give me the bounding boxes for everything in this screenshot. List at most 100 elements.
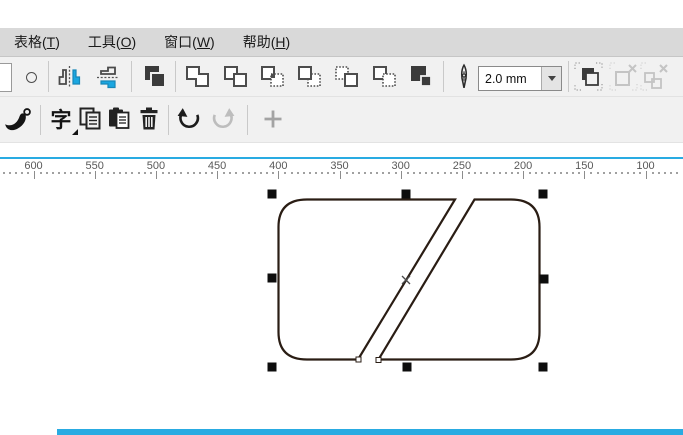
ruler-tick-major: [339, 171, 341, 179]
simplify-icon[interactable]: [295, 62, 324, 91]
ruler-tick-minor: [76, 172, 79, 174]
ruler-tick-minor: [204, 172, 207, 174]
ruler-tick-minor: [553, 172, 556, 174]
handle-top-left[interactable]: [267, 189, 277, 199]
ruler-tick-minor: [192, 172, 195, 174]
ruler-tick-minor: [504, 172, 507, 174]
ruler-tick-minor: [510, 172, 513, 174]
ruler-tick-minor: [388, 172, 391, 174]
outline-width-dropdown-button[interactable]: [541, 67, 561, 90]
ruler-tick-minor: [669, 172, 672, 174]
outline-width-value[interactable]: 2.0 mm: [479, 67, 541, 90]
outline-width-dropdown[interactable]: 2.0 mm: [478, 66, 562, 91]
ruler-tick-minor: [149, 172, 152, 174]
handle-middle-right[interactable]: [539, 274, 549, 284]
ruler-tick-minor: [186, 172, 189, 174]
mirror-horizontal-icon[interactable]: [54, 63, 84, 91]
ruler-tick-minor: [394, 172, 397, 174]
ruler-tick-minor: [492, 172, 495, 174]
shape-left-piece[interactable]: [277, 198, 457, 361]
ruler-tick-minor: [296, 172, 299, 174]
ruler-tick-minor: [376, 172, 379, 174]
menu-window[interactable]: 窗口(W): [150, 28, 229, 56]
copy-icon[interactable]: [76, 105, 104, 133]
text-properties-icon[interactable]: 字: [48, 107, 78, 135]
ruler-tick-minor: [168, 172, 171, 174]
ruler-tick-minor: [382, 172, 385, 174]
ruler-tick-minor: [547, 172, 550, 174]
menu-tools[interactable]: 工具(O): [74, 28, 150, 56]
ungroup-all-icon[interactable]: [639, 61, 670, 92]
shape-right-piece[interactable]: [376, 198, 541, 361]
curve-node-right[interactable]: [375, 357, 382, 363]
ruler-tick-minor: [412, 172, 415, 174]
ruler-tick-minor: [290, 172, 293, 174]
menu-help[interactable]: 帮助(H): [229, 28, 304, 56]
ruler-tick-minor: [247, 172, 250, 174]
menu-table-label: 表格(: [14, 34, 47, 50]
ruler-tick-minor: [9, 172, 12, 174]
handle-bottom-center[interactable]: [402, 362, 412, 372]
ruler-tick-minor: [272, 172, 275, 174]
handle-middle-left[interactable]: [267, 273, 277, 283]
ruler-tick-minor: [88, 172, 91, 174]
ruler-tick-minor: [266, 172, 269, 174]
curve-node-left[interactable]: [355, 356, 362, 363]
undo-icon[interactable]: [175, 105, 204, 134]
handle-top-center[interactable]: [401, 189, 411, 199]
create-boundary-icon[interactable]: [407, 62, 436, 91]
ruler-tick-minor: [474, 172, 477, 174]
drawing-canvas[interactable]: [0, 180, 683, 435]
handle-bottom-right[interactable]: [538, 362, 548, 372]
menu-tools-label: 工具(: [87, 34, 121, 50]
ruler-tick-minor: [535, 172, 538, 174]
redo-icon[interactable]: [208, 105, 237, 134]
ruler-tick-major: [645, 171, 647, 179]
ruler-tick-minor: [676, 172, 679, 174]
ruler-tick-minor: [437, 172, 440, 174]
ruler-tick-minor: [51, 172, 54, 174]
ellipse-tool-icon[interactable]: [22, 68, 40, 86]
ruler-tick-minor: [455, 172, 458, 174]
ruler-tick-minor: [113, 172, 116, 174]
paste-icon[interactable]: [105, 105, 133, 133]
powerclip-frame-icon[interactable]: [573, 61, 604, 92]
application-window: 表格(T) 工具(O) 窗口(W) 帮助(H) 2.0 mm 字 600…: [0, 0, 683, 435]
back-minus-front-icon[interactable]: [370, 62, 399, 91]
menu-table[interactable]: 表格(T): [0, 28, 74, 56]
ruler-tick-minor: [572, 172, 575, 174]
ungroup-icon[interactable]: [608, 61, 639, 92]
handle-top-right[interactable]: [538, 189, 548, 199]
horizontal-ruler[interactable]: 600 550 500 450 400 350 300 250 200 150 100: [0, 159, 683, 180]
ruler-tick-minor: [82, 172, 85, 174]
trim-icon[interactable]: [221, 62, 250, 91]
artistic-media-icon[interactable]: [2, 105, 34, 137]
ruler-tick-minor: [39, 172, 42, 174]
weld-icon[interactable]: [183, 62, 212, 91]
selection-center-marker[interactable]: [401, 275, 411, 285]
combine-icon[interactable]: [139, 62, 169, 92]
ruler-tick-major: [94, 171, 96, 179]
ruler-tick-minor: [565, 172, 568, 174]
ruler-tick-minor: [370, 172, 373, 174]
ruler-tick-minor: [174, 172, 177, 174]
menu-bar: 表格(T) 工具(O) 窗口(W) 帮助(H): [0, 28, 683, 75]
ruler-tick-minor: [253, 172, 256, 174]
ruler-tick-minor: [608, 172, 611, 174]
intersect-icon[interactable]: [258, 62, 287, 91]
ruler-tick-minor: [180, 172, 183, 174]
delete-icon[interactable]: [135, 105, 163, 133]
horizontal-scrollbar[interactable]: [57, 429, 683, 435]
ruler-tick-minor: [498, 172, 501, 174]
ruler-tick-minor: [443, 172, 446, 174]
ruler-tick-minor: [302, 172, 305, 174]
mirror-vertical-icon[interactable]: [93, 63, 123, 91]
add-icon[interactable]: [261, 107, 285, 131]
handle-bottom-left[interactable]: [267, 362, 277, 372]
color-swatch-partial[interactable]: [0, 63, 12, 92]
ruler-tick-minor: [223, 172, 226, 174]
toolbar-second-row: 字: [0, 97, 683, 143]
ruler-tick-minor: [596, 172, 599, 174]
ruler-tick-minor: [590, 172, 593, 174]
front-minus-back-icon[interactable]: [332, 62, 361, 91]
